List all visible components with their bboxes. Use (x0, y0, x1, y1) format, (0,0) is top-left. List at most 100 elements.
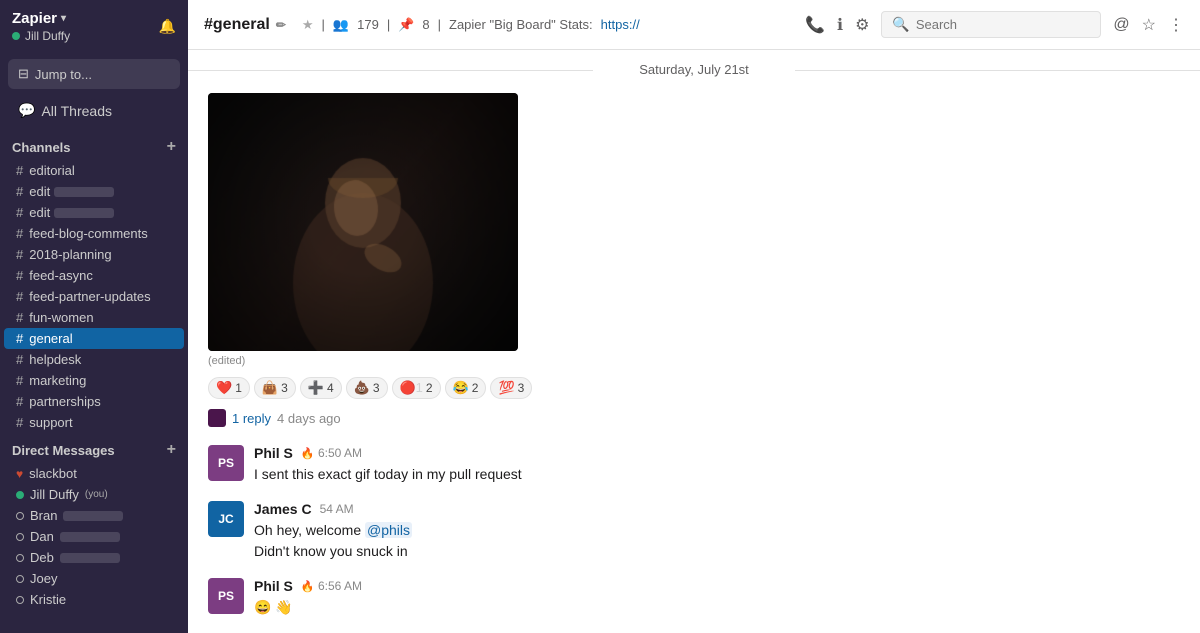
offline-dot (16, 554, 24, 562)
channel-item[interactable]: # edit (4, 181, 184, 202)
bell-icon[interactable]: 🔔 (159, 18, 176, 35)
dm-name: Joey (30, 571, 57, 586)
jump-to-icon: ⊟ (18, 66, 29, 82)
channel-item[interactable]: # editorial (4, 160, 184, 181)
add-dm-icon[interactable]: + (167, 441, 176, 459)
redacted-bar (54, 187, 114, 197)
channel-name-label: #general (204, 16, 270, 34)
message-sender: James C (254, 501, 312, 517)
dm-name: slackbot (29, 466, 77, 481)
redacted-bar (54, 208, 114, 218)
header-icons: 📞 ℹ ⚙ 🔍 @ ☆ ⋮ (805, 11, 1184, 38)
member-count: 179 (357, 17, 379, 32)
search-input[interactable] (916, 17, 1091, 32)
search-box[interactable]: 🔍 (881, 11, 1101, 38)
channel-name: general (29, 331, 72, 346)
threads-icon: 💬 (18, 102, 35, 119)
hash-icon: # (16, 373, 23, 388)
channels-label: Channels (12, 140, 71, 155)
avatar: PS (208, 578, 244, 614)
channel-name: fun-women (29, 310, 93, 325)
reaction-count: 2 (426, 381, 433, 395)
channel-name: 2018-planning (29, 247, 111, 262)
hash-icon: # (16, 415, 23, 430)
fire-icon: 🔥 (301, 581, 315, 593)
channel-item[interactable]: # 2018-planning (4, 244, 184, 265)
reaction-emoji: 💯 (498, 380, 514, 396)
reaction-emoji: ❤️ (216, 380, 232, 396)
all-threads-button[interactable]: 💬 All Threads (8, 95, 180, 126)
channel-item[interactable]: # feed-blog-comments (4, 223, 184, 244)
dm-name: Kristie (30, 592, 66, 607)
reaction-emoji: 💩 (354, 380, 370, 396)
offline-dot (16, 596, 24, 604)
edited-label: (edited) (208, 355, 1180, 367)
workspace-name[interactable]: Zapier ▾ (12, 10, 70, 27)
add-channel-icon[interactable]: + (167, 138, 176, 156)
dm-name: Dan (30, 529, 54, 544)
jump-to-button[interactable]: ⊟ Jump to... (8, 59, 180, 89)
hash-icon: # (16, 268, 23, 283)
reaction-count: 4 (327, 381, 334, 395)
dm-item-slackbot[interactable]: ♥ slackbot (4, 463, 184, 484)
reaction-emoji: ➕ (308, 380, 324, 396)
reaction-emoji: 👜 (262, 380, 278, 396)
gear-icon[interactable]: ⚙ (855, 15, 869, 35)
phone-icon[interactable]: 📞 (805, 15, 825, 35)
dm-list: ♥ slackbot Jill Duffy (you) Bran Dan Deb (0, 463, 188, 610)
avatar: JC (208, 501, 244, 537)
edit-channel-icon[interactable]: ✏ (276, 18, 286, 32)
reaction[interactable]: 😂2 (445, 377, 487, 399)
reaction[interactable]: 💯3 (490, 377, 532, 399)
reaction[interactable]: 👜3 (254, 377, 296, 399)
info-icon[interactable]: ℹ (837, 15, 843, 35)
reaction[interactable]: 🔴12 (392, 377, 441, 399)
offline-dot (16, 533, 24, 541)
star-header-icon[interactable]: ☆ (1142, 15, 1156, 35)
channels-section-header: Channels + (0, 130, 188, 160)
dm-item-dan[interactable]: Dan (4, 526, 184, 547)
channel-name: partnerships (29, 394, 101, 409)
channel-item[interactable]: # edit (4, 202, 184, 223)
reaction-emoji: 🔴1 (400, 380, 423, 396)
date-label: Saturday, July 21st (639, 62, 749, 77)
pin-icon: 📌 (398, 17, 414, 33)
dm-item-deb[interactable]: Deb (4, 547, 184, 568)
channel-title: #general ✏ (204, 16, 286, 34)
dm-item-kristie[interactable]: Kristie (4, 589, 184, 610)
message-header: James C 54 AM (254, 501, 1180, 517)
hash-icon: # (16, 163, 23, 178)
reply-time: 4 days ago (277, 411, 341, 426)
redacted-bar (60, 553, 120, 563)
reaction[interactable]: 💩3 (346, 377, 388, 399)
channel-link[interactable]: https:// (601, 17, 640, 32)
hash-icon: # (16, 289, 23, 304)
reaction[interactable]: ➕4 (300, 377, 342, 399)
at-icon[interactable]: @ (1113, 16, 1129, 34)
dm-item-bran[interactable]: Bran (4, 505, 184, 526)
reaction-count: 2 (472, 381, 479, 395)
slackbot-heart-icon: ♥ (16, 467, 23, 481)
dm-item-jill[interactable]: Jill Duffy (you) (4, 484, 184, 505)
reply-info[interactable]: 1 reply 4 days ago (188, 407, 1200, 437)
channel-item[interactable]: # fun-women (4, 307, 184, 328)
gif-message-block: (edited) (188, 89, 1200, 367)
channel-item[interactable]: # feed-partner-updates (4, 286, 184, 307)
dm-item-joey[interactable]: Joey (4, 568, 184, 589)
channels-list: # editorial # edit # edit # feed-blog-co… (0, 160, 188, 433)
dm-name: Bran (30, 508, 57, 523)
redacted-bar (63, 511, 123, 521)
channel-item-general[interactable]: # general (4, 328, 184, 349)
redacted-bar (60, 532, 120, 542)
channel-item[interactable]: # support (4, 412, 184, 433)
sidebar-scroll: ⊟ Jump to... 💬 All Threads Channels + # … (0, 53, 188, 633)
reaction-count: 3 (281, 381, 288, 395)
separator3: | (438, 17, 441, 32)
channel-item[interactable]: # feed-async (4, 265, 184, 286)
fire-icon: 🔥 (301, 448, 315, 460)
channel-item[interactable]: # helpdesk (4, 349, 184, 370)
more-icon[interactable]: ⋮ (1168, 15, 1184, 35)
reaction[interactable]: ❤️1 (208, 377, 250, 399)
channel-item[interactable]: # marketing (4, 370, 184, 391)
channel-item-partnerships[interactable]: # partnerships (4, 391, 184, 412)
